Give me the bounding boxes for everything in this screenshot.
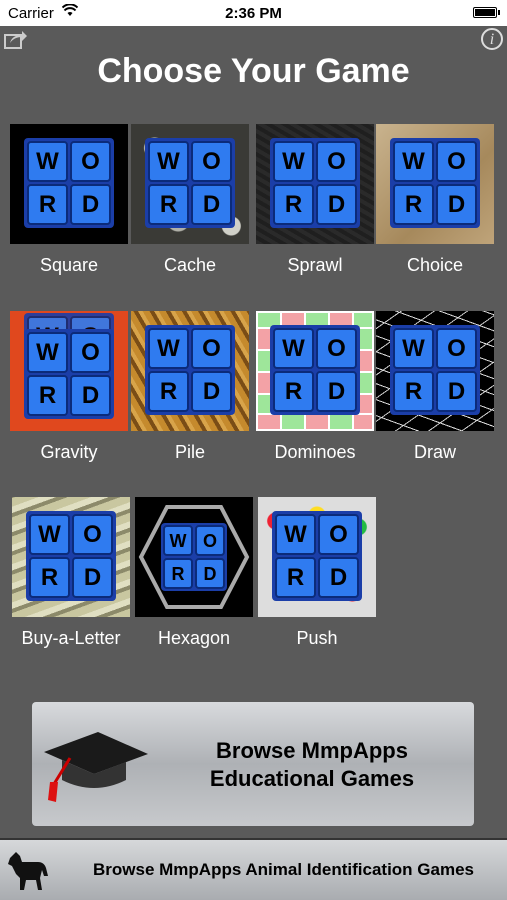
animal-games-button[interactable]: Browse MmpApps Animal Identification Gam… (0, 838, 507, 900)
game-label: Dominoes (274, 442, 356, 462)
horse-icon (8, 852, 48, 890)
game-tile-hexagon[interactable]: W O R D Hexagon (135, 497, 253, 648)
status-bar: Carrier 2:36 PM (0, 0, 507, 26)
word-board: W O R D (270, 138, 360, 228)
page-title: Choose Your Game (97, 52, 410, 90)
game-label: Choice (406, 255, 464, 275)
game-tile-dominoes[interactable]: W O R D Dominoes (256, 311, 374, 462)
game-tile-choice[interactable]: W O R D Choice (376, 124, 494, 275)
banner-line-2: Educational Games (209, 766, 415, 791)
game-label: Square (39, 255, 99, 275)
game-tile-draw[interactable]: W O R D Draw (376, 311, 494, 462)
game-label: Cache (163, 255, 217, 275)
game-tile-pile[interactable]: W O R D Pile (131, 311, 249, 462)
game-label: Draw (413, 442, 456, 462)
share-icon[interactable] (4, 30, 28, 50)
game-tile-push[interactable]: W O R D Push (258, 497, 376, 648)
game-tile-square[interactable]: W O R D Square (10, 124, 128, 275)
clock: 2:36 PM (225, 5, 282, 22)
game-label: Gravity (40, 442, 98, 462)
game-label: Buy-a-Letter (21, 628, 121, 648)
word-board: W O R D (390, 138, 480, 228)
battery-icon (473, 7, 497, 18)
game-tile-cache[interactable]: W O R D Cache (131, 124, 249, 275)
game-label: Hexagon (157, 628, 231, 648)
word-board: W O R D (390, 325, 480, 415)
animal-banner-text: Browse MmpApps Animal Identification Gam… (93, 860, 474, 879)
banner-line-1: Browse MmpApps (216, 738, 408, 763)
word-board: W O R D (145, 325, 235, 415)
game-label: Pile (174, 442, 205, 462)
game-label: Push (296, 628, 338, 648)
educational-games-button[interactable]: Browse MmpApps Educational Games (32, 702, 474, 826)
game-tile-gravity[interactable]: W O W O R D Gravity (10, 311, 128, 462)
graduation-cap-icon (44, 732, 148, 802)
word-board: W O R D (270, 325, 360, 415)
game-tile-buy-a-letter[interactable]: W O R D Buy-a-Letter (12, 497, 130, 648)
word-board: W O R D (272, 511, 362, 601)
game-label: Sprawl (287, 255, 343, 275)
word-board: W O R D (24, 329, 114, 419)
word-board: W O R D (161, 523, 227, 591)
word-board: W O R D (145, 138, 235, 228)
info-icon[interactable]: i (481, 28, 503, 50)
word-board: W O R D (26, 511, 116, 601)
word-board: W O R D (24, 138, 114, 228)
game-tile-sprawl[interactable]: W O R D Sprawl (256, 124, 374, 275)
